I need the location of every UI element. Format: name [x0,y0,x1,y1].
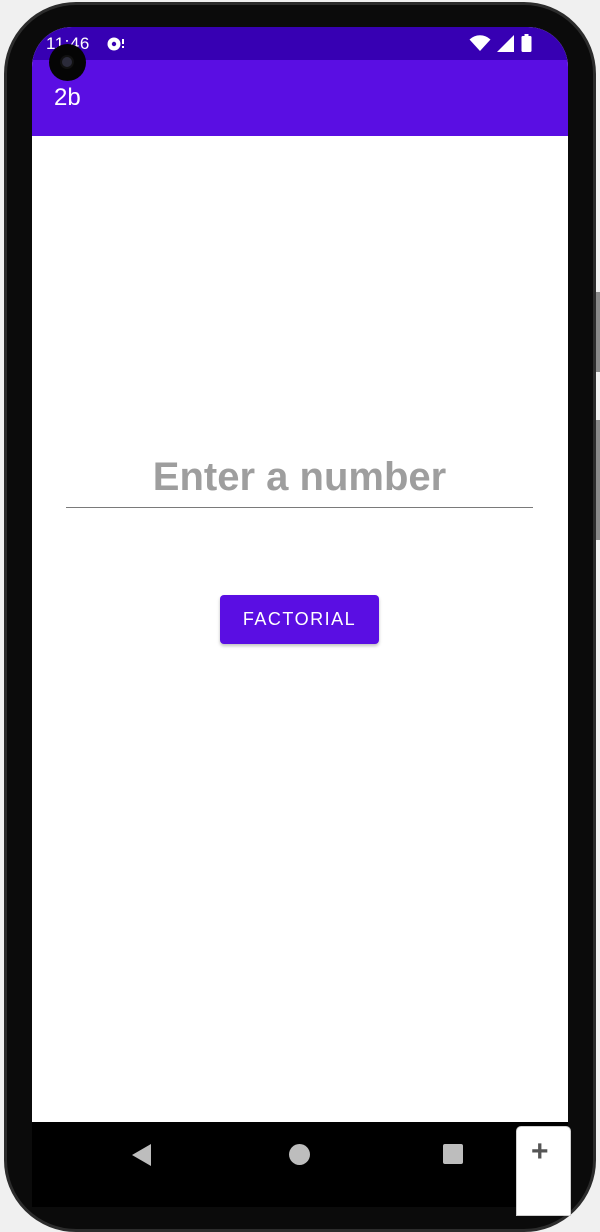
add-tab-button[interactable]: + [516,1126,571,1216]
front-camera [49,44,86,81]
volume-button [596,420,600,540]
recents-icon[interactable] [443,1144,463,1164]
wifi-icon [469,34,491,57]
app-notification-icon [106,35,126,58]
back-icon[interactable] [132,1144,152,1171]
app-title: 2b [54,84,81,111]
app-bar: 2b [32,60,568,136]
home-icon[interactable] [289,1144,310,1165]
number-input[interactable] [66,448,533,508]
main-content: FACTORIAL [32,136,568,1122]
status-bar: 11:46 [32,27,568,60]
plus-icon: + [531,1135,549,1168]
factorial-button[interactable]: FACTORIAL [220,595,379,644]
battery-icon [521,34,532,57]
device-screen: 11:46 [32,27,568,1207]
signal-icon [497,34,515,57]
power-button [596,292,600,372]
navigation-bar [32,1122,568,1207]
